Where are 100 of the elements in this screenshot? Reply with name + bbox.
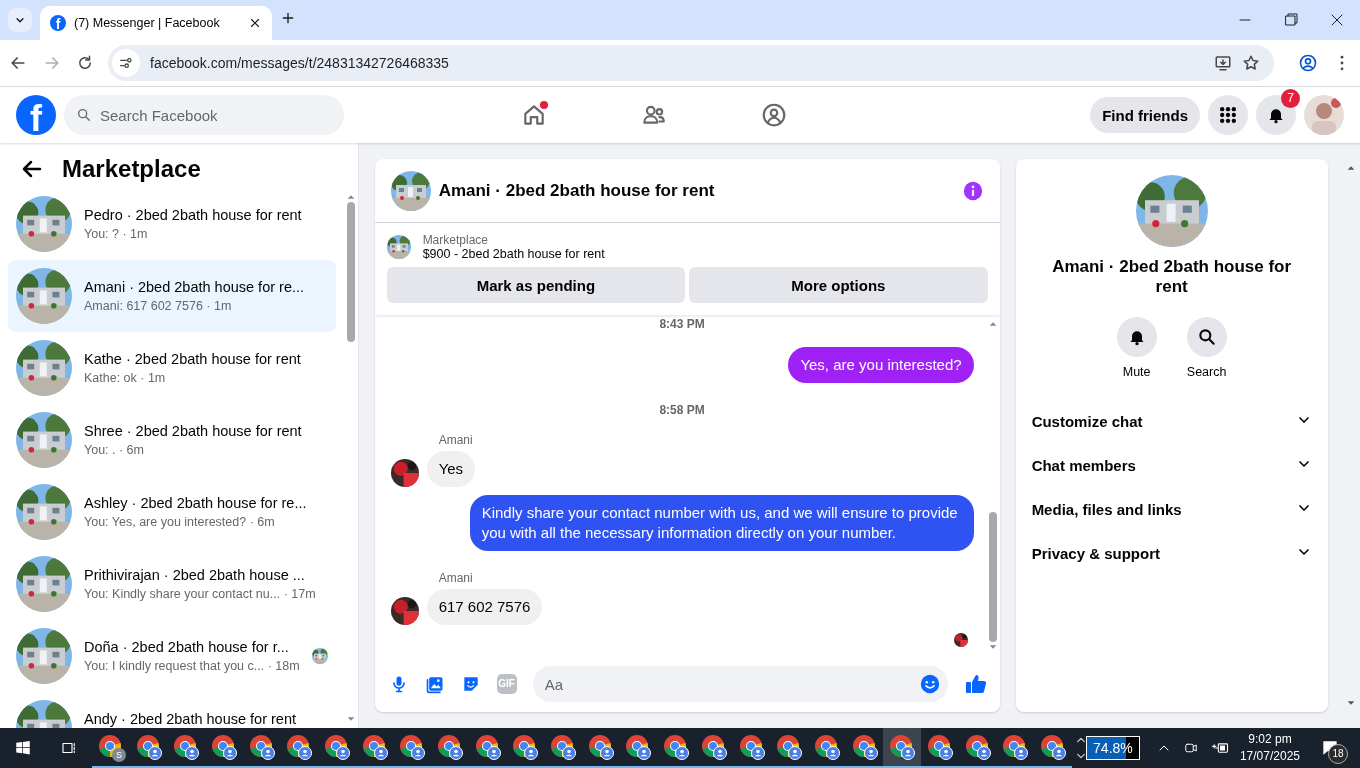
- section-header[interactable]: Customize chat: [1015, 399, 1328, 443]
- browser-icon: [663, 734, 690, 760]
- listing-label: Marketplace: [422, 233, 489, 247]
- sidebar-title: Marketplace: [62, 154, 201, 184]
- conversation-name: Andy · 2bed 2bath house for rent: [84, 710, 297, 728]
- emoji-icon[interactable]: [918, 673, 941, 695]
- browser-icon: [625, 734, 652, 760]
- browser-icon: [738, 734, 765, 760]
- like-icon[interactable]: [963, 672, 988, 696]
- browser-icon: [1040, 734, 1067, 760]
- new-tab-icon[interactable]: [280, 10, 296, 26]
- conversation-name: Ashley · 2bed 2bath house for re...: [84, 494, 308, 513]
- scrollbar-thumb[interactable]: [988, 512, 997, 642]
- timestamp: 8:58 PM: [659, 403, 705, 417]
- browser-icon: [437, 734, 464, 760]
- browser-icon: [248, 734, 275, 760]
- browser-icon: [286, 734, 313, 760]
- browser-tab[interactable]: f (7) Messenger | Facebook: [40, 6, 272, 40]
- star-icon[interactable]: [1242, 54, 1260, 72]
- browser-icon: [964, 734, 991, 760]
- browser-icon: [700, 734, 727, 760]
- groups-icon[interactable]: [761, 102, 787, 128]
- conversation-preview: You: Kindly share your contact nu... · 17m: [84, 586, 317, 603]
- profile-icon[interactable]: [1298, 53, 1318, 73]
- browser-icon: [97, 734, 124, 760]
- home-icon[interactable]: [521, 102, 547, 128]
- search-field[interactable]: Search Facebook: [64, 95, 344, 135]
- taskbar-app[interactable]: S: [92, 728, 130, 768]
- action-button[interactable]: Mark as pending: [386, 267, 686, 303]
- sender-name: Amani: [438, 571, 474, 585]
- browser-icon: [926, 734, 953, 760]
- scroll-down-icon[interactable]: [1075, 751, 1086, 761]
- conversation-preview: You: I kindly request that you c... · 18m: [84, 658, 300, 675]
- conversation-name: Doña · 2bed 2bath house for r...: [84, 638, 290, 657]
- scrollbar-thumb[interactable]: [346, 202, 355, 342]
- browser-icon: [889, 734, 916, 760]
- conversation-name: Prithivirajan · 2bed 2bath house ...: [84, 566, 306, 585]
- search-icon[interactable]: [1196, 327, 1217, 347]
- received-message: 617 602 7576: [426, 589, 543, 625]
- action-button[interactable]: More options: [689, 267, 988, 303]
- tab-title: (7) Messenger | Facebook: [74, 16, 221, 30]
- notification-center-button[interactable]: 18: [1310, 728, 1350, 768]
- conversation-preview: You: . · 6m: [84, 442, 145, 459]
- section-header[interactable]: Chat members: [1015, 443, 1328, 487]
- conversation-name: Amani · 2bed 2bath house for re...: [84, 278, 306, 297]
- browser-icon: [173, 734, 200, 760]
- conversation-preview: Amani: 617 602 7576 · 1m: [84, 298, 233, 315]
- windows-icon[interactable]: [14, 739, 32, 757]
- conversation-item[interactable]: Pedro · 2bed 2bath house for rent You: ? · 1m: [8, 188, 336, 260]
- address-bar[interactable]: facebook.com/messages/t/24831342726468335: [108, 45, 1274, 81]
- scroll-up-icon[interactable]: [1075, 735, 1086, 745]
- sent-message: Kindly share your contact number with us, and we will ensure to provide you with all the necessary information directly on your number.: [469, 495, 974, 551]
- tab-list-button[interactable]: [8, 8, 32, 32]
- image-icon[interactable]: [424, 674, 445, 694]
- conversation-item[interactable]: Kathe · 2bed 2bath house for rent Kathe: ok · 1m: [8, 332, 336, 404]
- received-message: Yes: [426, 451, 476, 487]
- close-icon[interactable]: [248, 16, 262, 30]
- conversation-item[interactable]: Shree · 2bed 2bath house for rent You: . · 6m: [8, 404, 336, 476]
- find-friends-button[interactable]: Find friends: [1090, 97, 1200, 133]
- listing-title: $900 - 2bed 2bath house for rent: [422, 247, 605, 261]
- browser-icon: [587, 734, 614, 760]
- menu-button[interactable]: [1208, 95, 1248, 135]
- conversation-preview: You: Yes, are you interested? · 6m: [84, 514, 276, 531]
- browser-icon: [361, 734, 388, 760]
- chat-title: Amani · 2bed 2bath house for rent: [438, 180, 716, 201]
- browser-icon: [512, 734, 539, 760]
- conversation-name: Pedro · 2bed 2bath house for rent: [84, 206, 303, 225]
- info-icon[interactable]: [961, 179, 984, 202]
- sent-message: Yes, are you interested?: [788, 347, 974, 383]
- browser-icon: [1002, 734, 1029, 760]
- section-header[interactable]: Media, files and links: [1015, 487, 1328, 531]
- browser-icon: [813, 734, 840, 760]
- conversation-preview: Kathe: ok · 1m: [84, 370, 167, 387]
- browser-icon: [210, 734, 237, 760]
- browser-icon: [399, 734, 426, 760]
- contact-name: Amani · 2bed 2bath house for rent: [1051, 257, 1293, 297]
- profile-badge: S: [112, 748, 126, 762]
- site-settings-icon[interactable]: [118, 55, 134, 71]
- timestamp: 8:43 PM: [659, 317, 705, 331]
- conversation-name: Shree · 2bed 2bath house for rent: [84, 422, 303, 441]
- conversation-item[interactable]: Doña · 2bed 2bath house for r... You: I kindly request that you c... · 18m: [8, 620, 336, 692]
- message-field[interactable]: Aa: [532, 666, 948, 702]
- install-icon[interactable]: [1214, 54, 1232, 72]
- conversation-item[interactable]: Ashley · 2bed 2bath house for re... You: Yes, are you interested? · 6m: [8, 476, 336, 548]
- section-header[interactable]: Privacy & support: [1015, 531, 1328, 575]
- conversation-preview: You: ? · 1m: [84, 226, 149, 243]
- url-text: facebook.com/messages/t/24831342726468335: [150, 55, 450, 71]
- sender-name: Amani: [438, 433, 474, 447]
- clock[interactable]: 9:02 pm 17/07/2025: [1239, 731, 1300, 765]
- taskbar-app[interactable]: [883, 728, 922, 768]
- conversation-item[interactable]: Amani · 2bed 2bath house for re... Amani: 617 602 7576 · 1m: [8, 260, 336, 332]
- browser-icon: [776, 734, 803, 760]
- grid-icon[interactable]: [1218, 105, 1238, 125]
- conversation-item[interactable]: Prithivirajan · 2bed 2bath house ... You: Kindly share your contact nu... · 17m: [8, 548, 336, 620]
- browser-icon: [135, 734, 162, 760]
- notification-count: 7: [1281, 89, 1300, 108]
- logo[interactable]: f: [16, 95, 56, 135]
- conversation-name: Kathe · 2bed 2bath house for rent: [84, 350, 302, 369]
- notifications-button[interactable]: [1256, 95, 1296, 135]
- reload-icon[interactable]: [76, 54, 94, 72]
